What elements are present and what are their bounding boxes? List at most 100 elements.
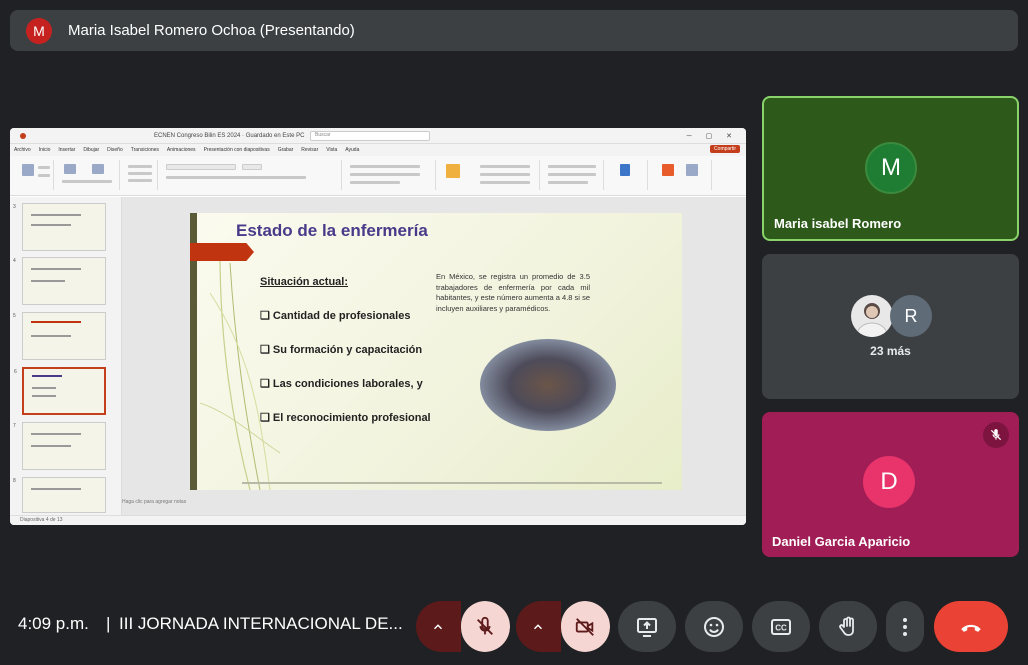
slide-paragraph: En México, se registra un promedio de 3.… — [436, 272, 590, 313]
slide-thumbnail[interactable]: 8 — [13, 477, 106, 513]
slide-footer-line — [242, 482, 662, 484]
title-arrow-shape — [190, 243, 254, 261]
ribbon-group-drawing — [440, 160, 540, 190]
slide-thumbnail[interactable]: 4 — [13, 257, 106, 305]
menu-insertar[interactable]: Insertar — [58, 147, 75, 153]
mic-toggle-button[interactable] — [460, 601, 510, 652]
ppt-window-title: ECNEN Congreso Bilin ES 2024 · Guardado … — [154, 132, 305, 139]
menu-ayuda[interactable]: Ayuda — [345, 147, 359, 153]
ribbon-group-slides — [58, 160, 120, 190]
meeting-title[interactable]: III JORNADA INTERNACIONAL DE... — [119, 614, 403, 634]
chevron-up-icon — [434, 623, 443, 629]
more-options-icon — [903, 617, 907, 636]
menu-inicio[interactable]: Inicio — [39, 147, 51, 153]
ribbon-group-clipboard — [14, 160, 54, 190]
slide-thumbnail[interactable]: 7 — [13, 422, 106, 470]
ppt-search-input[interactable]: Buscar — [310, 131, 430, 141]
menu-presentacion[interactable]: Presentación con diapositivas — [204, 147, 270, 153]
ppt-menu-bar: Archivo Inicio Insertar Dibujar Diseño T… — [10, 144, 746, 156]
ribbon-group-designer — [652, 160, 712, 190]
ribbon-group-editing — [544, 160, 604, 190]
notes-pane[interactable]: Haga clic para agregar notas — [122, 499, 186, 505]
ribbon-group-voice — [608, 160, 648, 190]
bullet-item: ❑ Su formación y capacitación — [260, 344, 423, 356]
bullet-item: ❑ Las condiciones laborales, y — [260, 378, 423, 390]
mic-off-icon — [477, 616, 494, 635]
slide-photo — [480, 339, 616, 431]
new-slide-icon[interactable] — [64, 164, 76, 174]
chevron-up-icon — [534, 623, 543, 629]
slide-thumbnail-active[interactable]: 6 — [14, 367, 106, 415]
camera-off-icon — [576, 617, 595, 636]
bullet-item: ❑ El reconocimiento profesional — [260, 412, 431, 424]
ribbon-group-font — [162, 160, 342, 190]
presenter-title: Maria Isabel Romero Ochoa (Presentando) — [68, 22, 355, 39]
menu-diseno[interactable]: Diseño — [107, 147, 123, 153]
captions-button[interactable]: CC — [752, 601, 810, 652]
avatar-photo — [851, 295, 893, 337]
reactions-button[interactable] — [685, 601, 743, 652]
menu-vista[interactable]: Vista — [326, 147, 337, 153]
leave-call-button[interactable] — [934, 601, 1008, 652]
menu-transiciones[interactable]: Transiciones — [131, 147, 159, 153]
clock: 4:09 p.m. — [18, 614, 89, 633]
svg-text:CC: CC — [775, 623, 787, 632]
current-slide[interactable]: Estado de la enfermería Situación actual… — [190, 213, 682, 490]
video-options-button[interactable] — [516, 601, 561, 652]
shapes-icon[interactable] — [446, 164, 460, 178]
powerpoint-icon — [20, 132, 26, 139]
ribbon-group-paragraph — [346, 160, 436, 190]
ribbon-group-sections — [124, 160, 158, 190]
share-button[interactable]: Compartir — [710, 145, 740, 153]
present-screen-icon — [637, 617, 657, 637]
ppt-status-bar: Diapositiva 4 de 13 — [10, 515, 746, 525]
participant-name: Maria isabel Romero — [774, 216, 902, 231]
slide-thumbnail[interactable]: 3 — [13, 203, 106, 251]
participant-overflow-tile[interactable]: R 23 más — [762, 254, 1019, 399]
shared-screen[interactable]: ECNEN Congreso Bilin ES 2024 · Guardado … — [10, 128, 746, 525]
menu-revisar[interactable]: Revisar — [301, 147, 318, 153]
slide-thumbnails: 3 4 5 6 7 8 — [10, 197, 122, 515]
thumb-number: 8 — [13, 478, 16, 484]
slide-editor: Estado de la enfermería Situación actual… — [122, 197, 746, 515]
captions-icon: CC — [771, 618, 791, 635]
avatar: R — [890, 295, 932, 337]
participant-tile[interactable]: D Daniel Garcia Aparicio — [762, 412, 1019, 557]
thumb-number: 7 — [13, 423, 16, 429]
more-options-button[interactable] — [886, 601, 924, 652]
designer-icon[interactable] — [662, 164, 674, 176]
menu-dibujar[interactable]: Dibujar — [83, 147, 99, 153]
present-screen-button[interactable] — [618, 601, 676, 652]
menu-grabar[interactable]: Grabar — [278, 147, 294, 153]
raise-hand-button[interactable] — [819, 601, 877, 652]
menu-archivo[interactable]: Archivo — [14, 147, 31, 153]
audio-options-button[interactable] — [416, 601, 461, 652]
camera-control-group — [516, 601, 610, 652]
presenter-avatar: M — [26, 17, 52, 44]
dictate-icon[interactable] — [620, 164, 630, 176]
hang-up-icon — [961, 624, 981, 632]
separator: | — [106, 614, 111, 633]
slide-thumbnail[interactable]: 5 — [13, 312, 106, 360]
thumb-number: 5 — [13, 313, 16, 319]
slide-subtitle: Situación actual: — [260, 276, 349, 288]
mic-control-group — [416, 601, 510, 652]
mic-off-icon — [983, 422, 1009, 448]
thumb-number: 6 — [14, 369, 17, 375]
participant-name: Daniel Garcia Aparicio — [772, 534, 911, 549]
thumb-number: 4 — [13, 258, 16, 264]
slide-title: Estado de la enfermería — [236, 221, 428, 240]
participant-tile-speaking[interactable]: M Maria isabel Romero — [762, 96, 1019, 241]
camera-toggle-button[interactable] — [560, 601, 610, 652]
raise-hand-icon — [839, 616, 854, 636]
ppt-ribbon — [10, 156, 746, 196]
add-ins-icon[interactable] — [686, 164, 698, 176]
layout-icon[interactable] — [92, 164, 104, 174]
presenter-banner: M Maria Isabel Romero Ochoa (Presentando… — [10, 10, 1018, 51]
menu-animaciones[interactable]: Animaciones — [167, 147, 196, 153]
thumb-number: 3 — [13, 204, 16, 210]
window-controls[interactable]: ─ ▢ ✕ — [687, 132, 738, 140]
paste-icon[interactable] — [22, 164, 34, 176]
emoji-icon — [704, 616, 724, 637]
more-participants-label: 23 más — [870, 344, 911, 358]
